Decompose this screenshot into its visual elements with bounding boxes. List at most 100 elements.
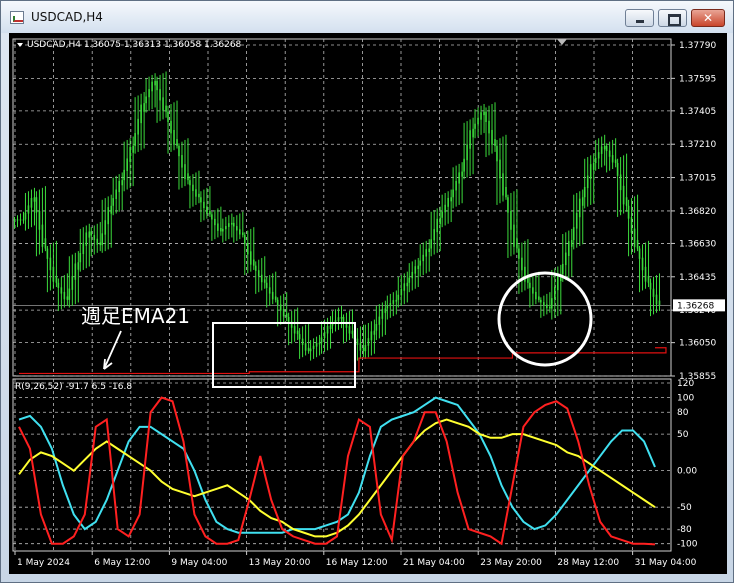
candle-body xyxy=(578,198,581,218)
candle-body xyxy=(287,316,290,323)
candle-body xyxy=(430,239,432,249)
candle-body xyxy=(35,197,38,213)
candle-body xyxy=(540,299,542,303)
window-title: USDCAD,H4 xyxy=(31,10,103,24)
candle-body xyxy=(279,304,282,311)
candle-body xyxy=(195,189,197,197)
minimize-button[interactable] xyxy=(625,9,654,27)
candle-body xyxy=(134,133,136,146)
candle-body xyxy=(348,326,351,334)
candle-body xyxy=(66,296,69,300)
candle-body xyxy=(373,330,376,335)
candle-body xyxy=(129,147,131,162)
chart-canvas[interactable]: 1.37790 1.37595 1.37405 1.37210 1.37015 1.368… xyxy=(9,33,727,574)
candle-body xyxy=(466,144,468,161)
candle-body xyxy=(535,291,537,300)
candle-body xyxy=(312,345,315,349)
candle-body xyxy=(444,204,446,213)
time-tick-label: 13 May 20:00 xyxy=(249,558,311,568)
candle-body xyxy=(461,171,463,177)
price-tick-label: 1.36435 xyxy=(679,273,716,283)
candle-body xyxy=(16,219,19,221)
price-tick-label: 1.37790 xyxy=(679,41,716,51)
candle-body xyxy=(96,238,99,245)
candle-body xyxy=(151,81,153,92)
candle-body xyxy=(88,231,91,238)
candle-body xyxy=(22,219,25,221)
candle-body xyxy=(309,348,312,352)
candle-body xyxy=(529,282,531,288)
candle-body xyxy=(222,228,224,232)
candle-body xyxy=(414,266,417,274)
chart-header: USDCAD,H4 1.36075 1.36313 1.36058 1.3626… xyxy=(27,40,242,50)
indicator-tick-label: 100 xyxy=(677,394,694,404)
candle-body xyxy=(419,260,422,266)
candle-body xyxy=(564,252,567,266)
price-tick-label: 1.36630 xyxy=(679,239,716,249)
candle-body xyxy=(608,150,611,157)
candle-body xyxy=(68,288,71,300)
candle-body xyxy=(263,279,266,283)
time-tick-label: 16 May 12:00 xyxy=(326,558,388,568)
candle-body xyxy=(38,210,41,230)
candle-body xyxy=(243,234,246,245)
candle-body xyxy=(154,80,156,86)
candle-body xyxy=(549,306,551,309)
close-button[interactable] xyxy=(691,9,725,27)
annotation-arrow xyxy=(103,330,122,370)
candle-body xyxy=(469,130,471,149)
candle-body xyxy=(583,186,586,198)
candle-body xyxy=(603,145,606,150)
price-tick-label: 1.37210 xyxy=(679,140,716,150)
candle-body xyxy=(301,338,304,345)
candle-body xyxy=(159,89,161,101)
candle-body xyxy=(121,180,123,186)
price-tick-label: 1.36820 xyxy=(679,207,716,217)
candle-body xyxy=(93,235,96,241)
title-bar[interactable]: USDCAD,H4 xyxy=(1,1,733,33)
candle-body xyxy=(570,240,573,247)
candle-body xyxy=(496,145,498,162)
candle-body xyxy=(181,155,183,168)
price-tick-label: 1.37595 xyxy=(679,74,716,84)
candle-body xyxy=(392,300,395,304)
candle-body xyxy=(304,343,307,351)
price-tick-label: 1.37405 xyxy=(679,107,716,117)
candle-body xyxy=(513,224,515,247)
rci-slow-line xyxy=(18,396,656,534)
candle-body xyxy=(82,242,85,255)
candle-body xyxy=(337,317,340,321)
indicator-tick-label: 80 xyxy=(677,408,689,418)
candle-body xyxy=(165,105,167,112)
highlight-box xyxy=(212,322,356,388)
candle-body xyxy=(260,274,263,283)
candle-body xyxy=(318,342,321,345)
ema-line xyxy=(19,347,667,375)
candle-body xyxy=(532,287,534,294)
current-price-label: 1.36268 xyxy=(677,301,714,311)
candle-body xyxy=(276,299,279,306)
candle-body xyxy=(538,296,540,300)
price-chart[interactable]: 1.37790 1.37595 1.37405 1.37210 1.37015 1.368… xyxy=(9,33,727,574)
candle-body xyxy=(298,334,301,340)
candle-body xyxy=(123,169,125,181)
candle-body xyxy=(274,296,277,300)
candle-body xyxy=(156,80,158,91)
candle-body xyxy=(107,207,110,225)
candle-body xyxy=(326,326,329,334)
candle-body xyxy=(375,323,378,331)
candle-body xyxy=(655,294,658,305)
candle-body xyxy=(458,172,460,184)
candle-body xyxy=(203,201,205,209)
chart-shift-marker-icon xyxy=(557,39,567,45)
candle-body xyxy=(483,111,485,116)
candle-body xyxy=(502,173,504,196)
candle-body xyxy=(370,331,373,341)
candle-body xyxy=(320,337,323,343)
candle-body xyxy=(254,265,257,271)
candle-body xyxy=(170,120,172,134)
maximize-button[interactable] xyxy=(658,9,687,27)
indicator-header: R(9,26,52) -91.7 6.5 -16.8 xyxy=(15,382,132,392)
candle-body xyxy=(173,129,175,145)
candle-body xyxy=(386,305,389,309)
